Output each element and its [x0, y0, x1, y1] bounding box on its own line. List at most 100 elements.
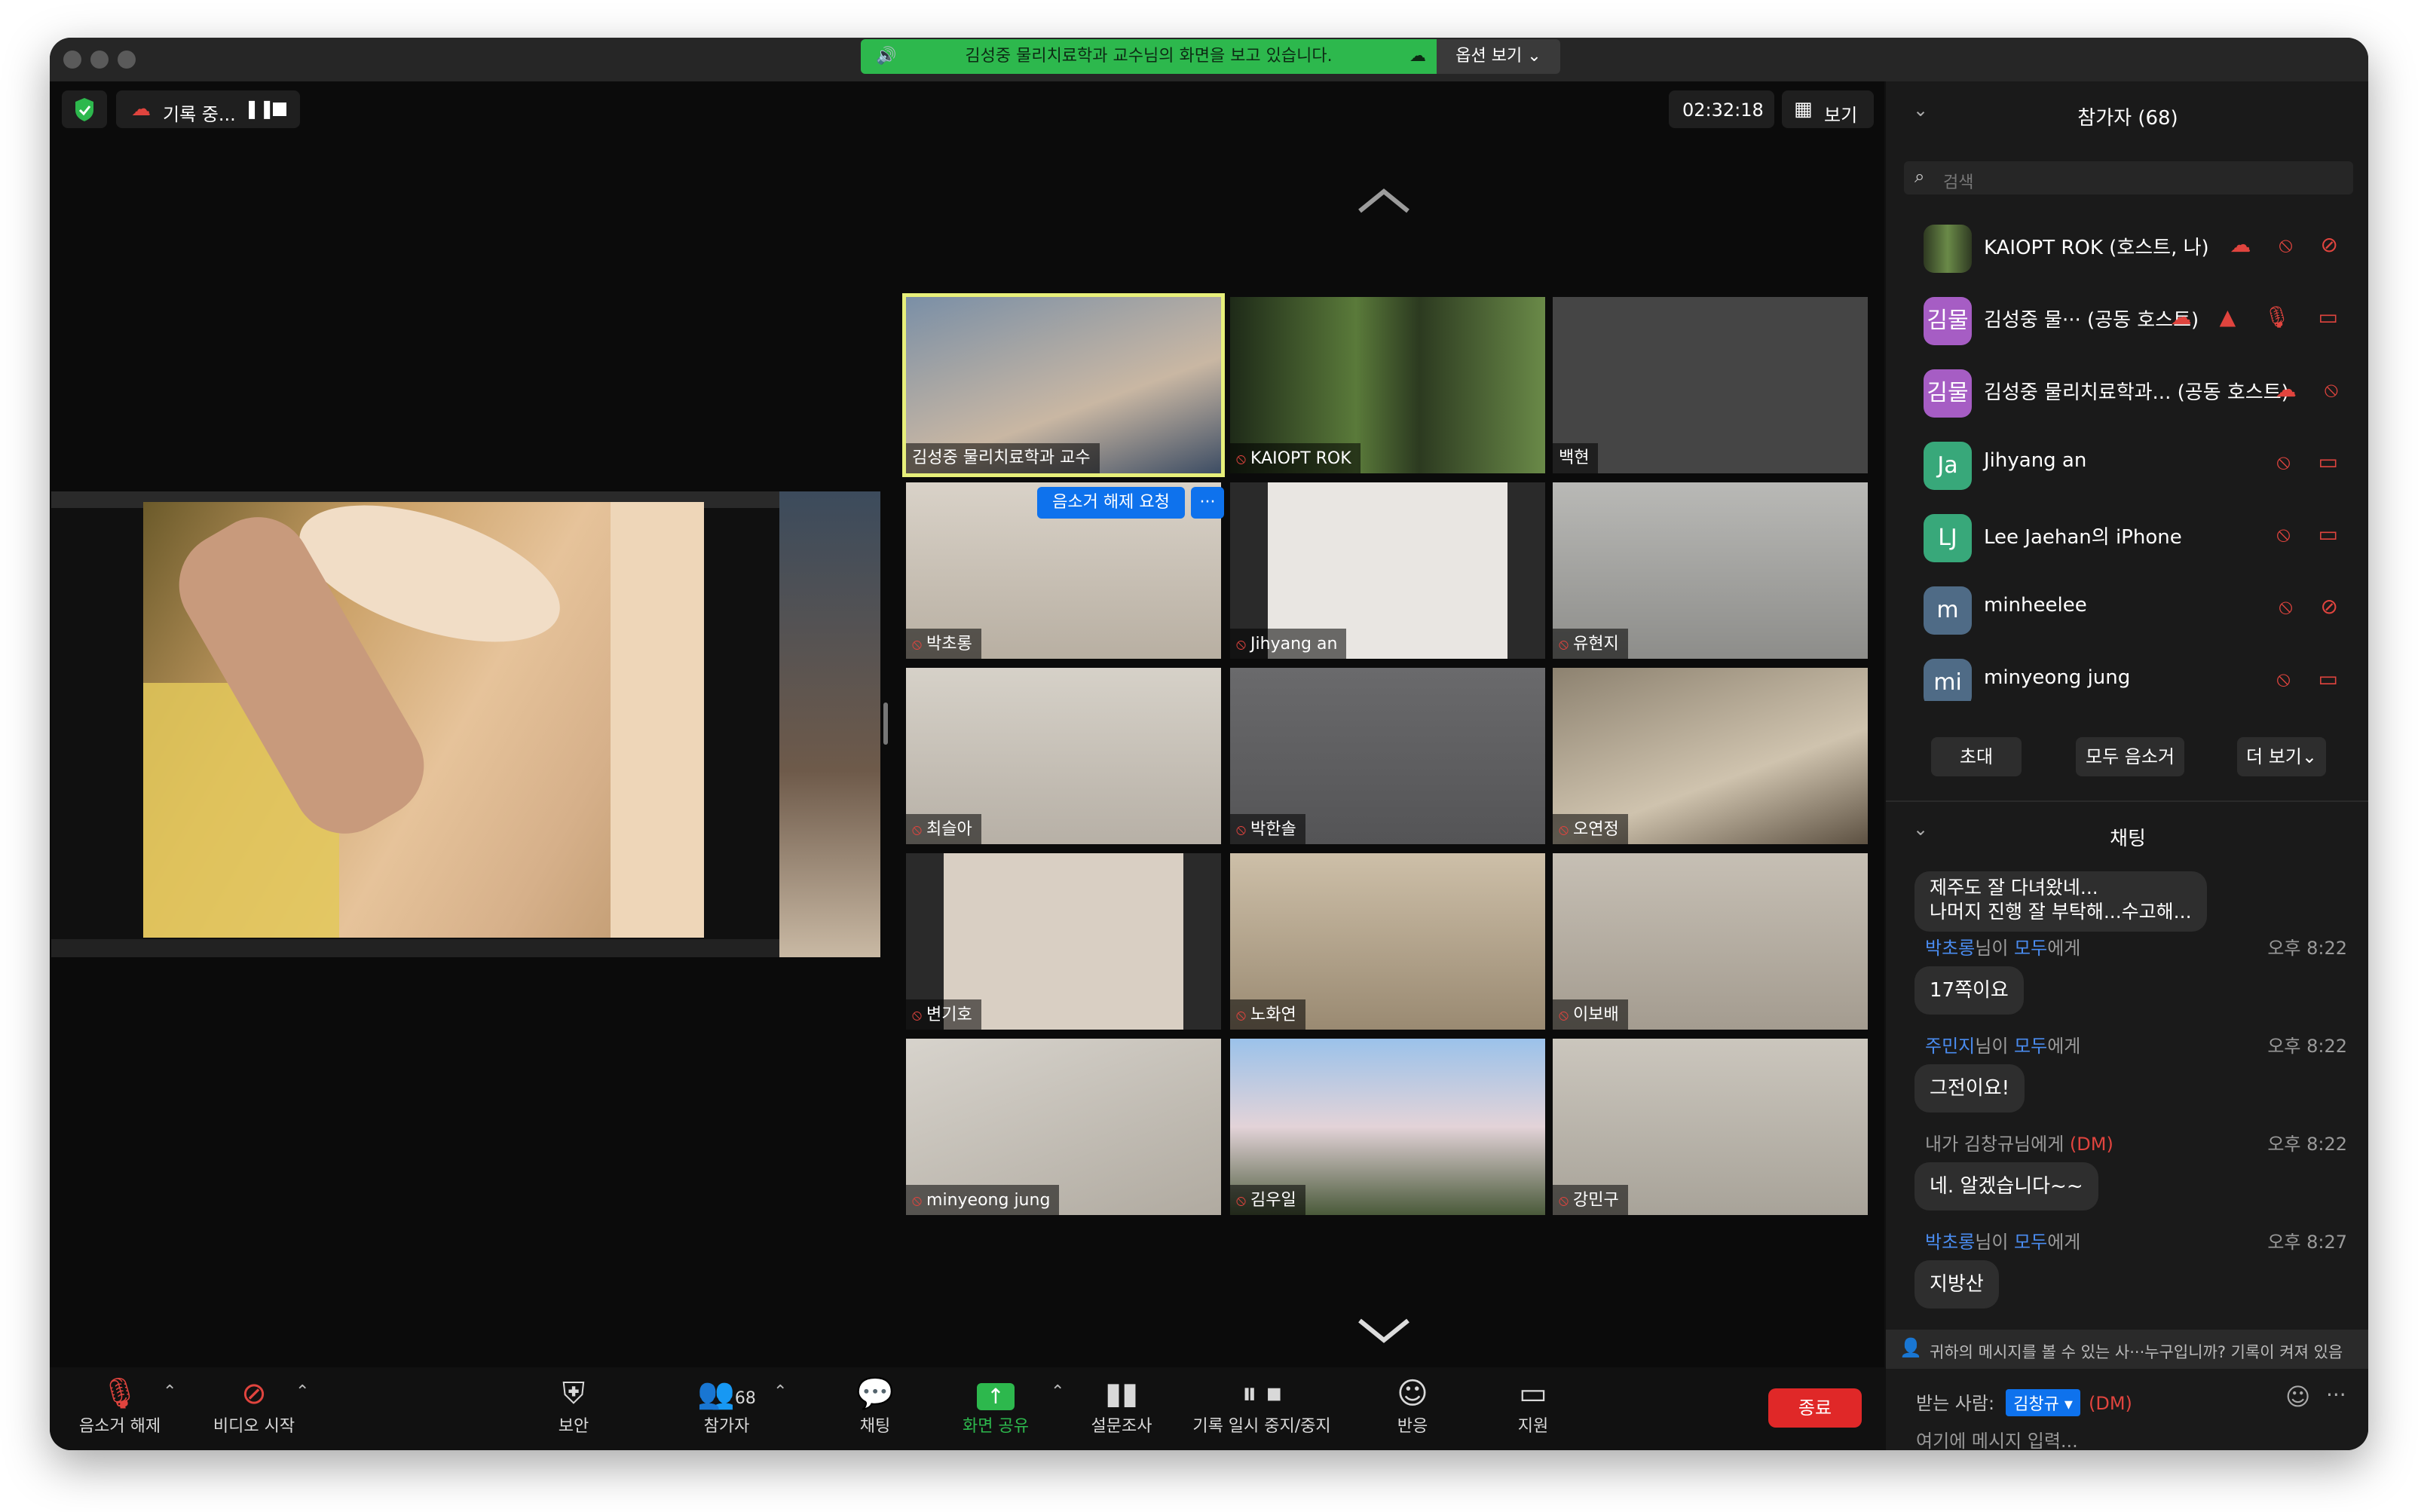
bar-chart-icon: ▮▮ [1104, 1376, 1139, 1411]
security-shield-badge[interactable] [62, 90, 107, 128]
search-placeholder: 검색 [1943, 173, 1974, 192]
security-label: 보안 [558, 1417, 589, 1436]
participant-name: 박초롱 [926, 635, 972, 653]
mute-all-button[interactable]: 모두 음소거 [2076, 737, 2184, 776]
emoji-reaction-icon: ☺ [1397, 1376, 1428, 1411]
stop-recording-button[interactable] [273, 103, 286, 116]
participant-row[interactable]: 김물 김성중 물리치료학과... (공동 호스트) ☁ ⦸ [1886, 354, 2368, 427]
reactions-button[interactable]: ☺ 반응 [1382, 1367, 1443, 1450]
chat-input[interactable]: 여기에 메시지 입력... [1916, 1426, 2338, 1450]
participant-name: 김우일 [1250, 1191, 1296, 1210]
participant-status-icons: ☁ ⦸ [2275, 377, 2349, 402]
participant-row[interactable]: Ja Jihyang an ⦸ ▭ [1886, 427, 2368, 499]
participant-row[interactable]: m minheelee ⦸ ⊘ [1886, 571, 2368, 644]
participant-row[interactable]: 김물 김성중 물··· (공동 호스트) ☁ ▲ 🎙 ▭ [1886, 282, 2368, 354]
chat-title: 채팅 [2110, 828, 2146, 850]
side-panel: ⌄ 참가자 (68) ⌕ 검색 KAIOPT ROK (호스트, 나) ☁ ⦸ ⊘… [1884, 81, 2368, 1450]
video-tile[interactable]: 김성중 물리치료학과 교수 [902, 293, 1225, 477]
video-options-caret-icon[interactable]: ⌃ [295, 1382, 309, 1401]
chat-target: 모두 [2014, 1232, 2048, 1253]
cloud-record-icon: ☁ [131, 98, 151, 121]
share-screen-button[interactable]: ↑ 화면 공유 [954, 1367, 1037, 1450]
chat-message-meta: 주민지님이 모두에게 오후 8:22 [1925, 1031, 2347, 1057]
emoji-icon[interactable]: ☺ [2285, 1382, 2310, 1411]
mic-muted-icon: ⦸ [912, 635, 923, 653]
mic-muted-icon: ⦸ [1236, 1191, 1247, 1209]
support-icon: ▭ [1519, 1376, 1547, 1411]
tile-more-button[interactable]: ··· [1191, 487, 1224, 519]
participant-name: 강민구 [1573, 1191, 1619, 1210]
participant-name: minyeong jung [926, 1191, 1051, 1210]
participant-row[interactable]: KAIOPT ROK (호스트, 나) ☁ ⦸ ⊘ [1886, 210, 2368, 282]
video-tile[interactable]: ⦸ 강민구 [1553, 1039, 1868, 1215]
video-tile[interactable]: 백현 [1553, 297, 1868, 473]
view-options-button[interactable]: 옵션 보기 ⌄ [1437, 39, 1560, 74]
minimize-window-button[interactable] [90, 51, 109, 69]
participant-name: 유현지 [1573, 635, 1619, 653]
participant-search[interactable]: ⌕ 검색 [1904, 161, 2353, 194]
participants-button[interactable]: 👥68 참가자 [689, 1367, 764, 1450]
chat-target: (DM) [2069, 1134, 2113, 1155]
chat-input-placeholder: 여기에 메시지 입력... [1916, 1431, 2078, 1450]
recipient-selector[interactable]: 김창규 ▾ [2006, 1389, 2080, 1416]
reactions-label: 반응 [1397, 1417, 1428, 1436]
grid-view-icon: ▦ [1794, 98, 1813, 121]
chevron-up-icon[interactable] [1357, 185, 1411, 216]
chat-sender: 박초롱 [1925, 1232, 1976, 1253]
chevron-down-icon[interactable] [1357, 1316, 1411, 1346]
chat-target-suffix: 에게 [2047, 1036, 2081, 1057]
tile-name-label: ⦸ 유현지 [1553, 629, 1628, 659]
unmute-request-button[interactable]: 음소거 해제 요청 [1037, 487, 1185, 519]
support-button[interactable]: ▭ 지원 [1503, 1367, 1563, 1450]
close-window-button[interactable] [63, 51, 81, 69]
end-meeting-button[interactable]: 종료 [1768, 1388, 1862, 1428]
unmute-button[interactable]: 🎙 음소거 해제 [71, 1367, 169, 1450]
video-tile[interactable]: ⦸ 최슬아 [906, 668, 1221, 844]
video-tile[interactable]: ⦸ 이보배 [1553, 853, 1868, 1030]
polls-button[interactable]: ▮▮ 설문조사 [1084, 1367, 1159, 1450]
chat-target-suffix: 에게 [2047, 1232, 2081, 1253]
participant-name: Lee Jaehan의 iPhone [1984, 526, 2182, 549]
view-label: 보기 [1824, 105, 1858, 126]
video-tile[interactable]: ⦸ 박한솔 [1230, 668, 1545, 844]
resize-handle[interactable] [883, 702, 888, 745]
shared-screen[interactable] [51, 478, 888, 957]
video-tile[interactable]: ⦸ Jihyang an [1230, 482, 1545, 659]
video-tile[interactable]: ⦸ 유현지 [1553, 482, 1868, 659]
recording-controls-button[interactable]: ⏸ ⏹ 기록 일시 중지/중지 [1186, 1367, 1337, 1450]
participants-count: 68 [734, 1389, 756, 1408]
video-tile[interactable]: ⦸ 변기호 [906, 853, 1221, 1030]
chat-sender: 주민지 [1925, 1036, 1976, 1057]
start-video-button[interactable]: ⊘ 비디오 시작 [205, 1367, 303, 1450]
invite-button[interactable]: 초대 [1931, 737, 2022, 776]
chat-bubble: 네. 알겠습니다~~ [1915, 1162, 2098, 1211]
video-tile[interactable]: ⦸ 오연정 [1553, 668, 1868, 844]
participants-caret-icon[interactable]: ⌃ [773, 1382, 787, 1401]
share-options-caret-icon[interactable]: ⌃ [1051, 1382, 1064, 1401]
audio-options-caret-icon[interactable]: ⌃ [163, 1382, 176, 1401]
shared-video-image [143, 478, 704, 938]
panel-divider [1886, 800, 2368, 802]
chat-sender-suffix: 님이 [1975, 1036, 2015, 1057]
to-label: 받는 사람: [1916, 1393, 1995, 1414]
chat-time: 오후 8:27 [2267, 1232, 2347, 1253]
participant-status-icons: ⦸ ▭ [2276, 522, 2349, 546]
participant-row[interactable]: mi minyeong jung ⦸ ▭ [1886, 644, 2368, 701]
chat-more-icon[interactable]: ··· [2326, 1382, 2346, 1407]
chat-button[interactable]: 💬 채팅 [841, 1367, 909, 1450]
shield-icon: ⛨ [562, 1376, 585, 1411]
video-tile[interactable]: ⦸ KAIOPT ROK [1230, 297, 1545, 473]
video-tile[interactable]: ⦸ minyeong jung [906, 1039, 1221, 1215]
zoom-window-button[interactable] [118, 51, 136, 69]
view-button[interactable]: ▦ 보기 [1782, 90, 1874, 128]
video-tile[interactable]: ⦸ 김우일 [1230, 1039, 1545, 1215]
avatar: m [1924, 586, 1972, 635]
video-tile[interactable]: ⦸ 노화연 [1230, 853, 1545, 1030]
participant-row[interactable]: LJ Lee Jaehan의 iPhone ⦸ ▭ [1886, 499, 2368, 571]
pause-recording-button[interactable]: ❚❚ [244, 98, 274, 119]
participant-name: KAIOPT ROK [1250, 449, 1351, 468]
more-options-button[interactable]: 더 보기⌄ [2237, 737, 2326, 776]
avatar [1924, 225, 1972, 273]
security-button[interactable]: ⛨ 보안 [540, 1367, 608, 1450]
mic-muted-icon: ⦸ [1236, 635, 1247, 653]
